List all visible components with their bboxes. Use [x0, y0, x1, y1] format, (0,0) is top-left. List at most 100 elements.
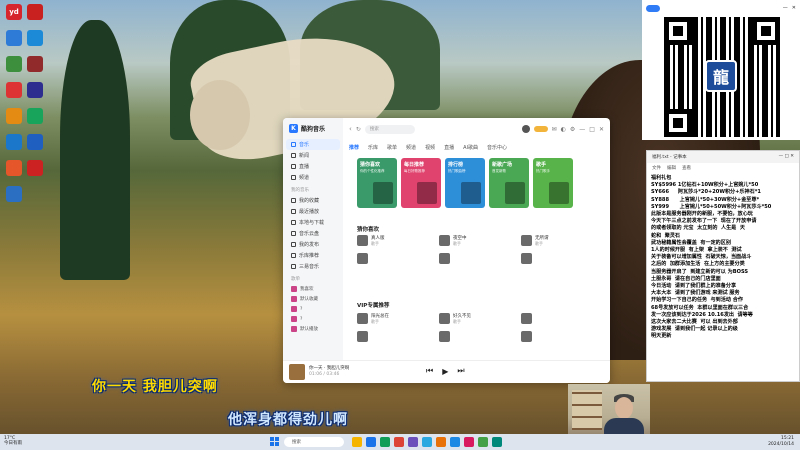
- window-controls[interactable]: — □ ✕: [779, 154, 794, 160]
- weather-widget[interactable]: 17°C 今日有雨: [4, 436, 22, 446]
- taskbar-app-icon[interactable]: [380, 437, 390, 447]
- taskbar-app-icon[interactable]: [394, 437, 404, 447]
- desktop-app-icon[interactable]: [22, 160, 48, 177]
- sidebar-item[interactable]: 最近播放: [283, 206, 343, 217]
- song-item[interactable]: [439, 331, 453, 342]
- taskbar-app-icon[interactable]: [478, 437, 488, 447]
- search-input[interactable]: 搜索: [364, 124, 415, 134]
- song-item[interactable]: 夜空中 歌手: [439, 235, 467, 246]
- taskbar-app-icon[interactable]: [352, 437, 362, 447]
- notepad-window[interactable]: 福利.txt - 记事本 — □ ✕ 文件 编辑 查看 福利礼包 SY$5996 1亿…: [646, 150, 800, 382]
- song-meta: 真人版 歌手: [371, 236, 385, 246]
- desktop-app-icon[interactable]: [22, 30, 48, 47]
- close-icon[interactable]: ✕: [792, 5, 796, 11]
- sidebar-item[interactable]: 新闻: [283, 150, 343, 161]
- refresh-icon[interactable]: ↻: [356, 126, 361, 133]
- qr-finder-top-left: [664, 17, 692, 45]
- prev-icon[interactable]: ⏮: [426, 366, 433, 376]
- song-item[interactable]: [521, 313, 535, 324]
- song-item[interactable]: 真人版 歌手: [357, 235, 385, 246]
- tab[interactable]: 直播: [444, 144, 454, 151]
- menu-item[interactable]: 查看: [682, 165, 691, 171]
- sidebar-item[interactable]: 音乐云盘: [283, 228, 343, 239]
- song-item[interactable]: [439, 253, 453, 264]
- sidebar-item[interactable]: 三易音乐: [283, 261, 343, 272]
- taskbar-app-icon[interactable]: [366, 437, 376, 447]
- qr-panel-toolbar: — ✕: [646, 2, 796, 14]
- menu-item[interactable]: 文件: [652, 165, 661, 171]
- feature-card[interactable]: 排行榜 热门歌曲榜: [445, 158, 485, 208]
- mail-icon[interactable]: ✉: [552, 126, 557, 133]
- song-item[interactable]: [357, 253, 371, 264]
- avatar[interactable]: [521, 125, 530, 133]
- song-item[interactable]: [521, 253, 535, 264]
- taskbar-app-icon[interactable]: [492, 437, 502, 447]
- tab[interactable]: 频道: [406, 144, 416, 151]
- song-item[interactable]: 阳光总在 歌手: [357, 313, 389, 324]
- taskbar-app-icon[interactable]: [436, 437, 446, 447]
- desktop-app-icon[interactable]: [22, 4, 48, 21]
- maximize-icon[interactable]: □: [589, 126, 595, 133]
- feature-card[interactable]: 每日推荐 每日好歌推荐: [401, 158, 441, 208]
- song-item[interactable]: 无所谓 歌手: [521, 235, 549, 246]
- toggle-switch[interactable]: [646, 4, 660, 12]
- note-line: 之后的 加群添加生活 在上方的主要分类: [651, 261, 745, 268]
- desktop-app-icon[interactable]: [22, 56, 48, 73]
- close-icon[interactable]: ✕: [599, 126, 604, 133]
- song-item[interactable]: [521, 331, 535, 342]
- playlist-item[interactable]: ?: [283, 314, 343, 324]
- sidebar-item[interactable]: 乐库推荐: [283, 250, 343, 261]
- minimize-icon[interactable]: —: [783, 5, 788, 11]
- sidebar-item[interactable]: 频道: [283, 172, 343, 183]
- note-line: 开始学习一下自己的任务 与到活动 合作: [651, 297, 743, 304]
- next-icon[interactable]: ⏭: [457, 366, 464, 376]
- desktop-app-icon[interactable]: [22, 108, 48, 125]
- start-button-icon[interactable]: [270, 437, 279, 446]
- play-icon[interactable]: ▶: [442, 367, 448, 376]
- lyric-line-1-text: 你一天 我胆儿突啊: [92, 379, 218, 395]
- tab[interactable]: 乐库: [368, 144, 378, 151]
- tab[interactable]: 歌单: [387, 144, 397, 151]
- playlist-item[interactable]: 默认收藏: [283, 294, 343, 304]
- taskbar-app-icon[interactable]: [464, 437, 474, 447]
- playlist-item[interactable]: 默认播放: [283, 324, 343, 334]
- album-cover[interactable]: [289, 364, 305, 380]
- system-tray[interactable]: 15:21 2024/10/14: [768, 436, 794, 447]
- skin-icon[interactable]: ◐: [561, 126, 566, 133]
- card-title: 新歌广场: [492, 162, 513, 168]
- tab[interactable]: 音乐中心: [487, 144, 507, 151]
- notepad-text[interactable]: 福利礼包 SY$5996 1亿钻石+10W积分+上官婉儿*50 SY666 阿瓦莎斗…: [647, 172, 799, 377]
- nav-icon: [291, 253, 296, 258]
- settings-icon[interactable]: ⚙: [570, 126, 575, 133]
- taskbar-app-icon[interactable]: [408, 437, 418, 447]
- song-item[interactable]: [357, 331, 371, 342]
- playlist-item[interactable]: ?: [283, 304, 343, 314]
- taskbar-search[interactable]: 搜索: [284, 437, 344, 447]
- feature-card[interactable]: 猜你喜欢 你的个性化推荐: [357, 158, 397, 208]
- desktop-app-icon[interactable]: [22, 134, 48, 151]
- feature-card[interactable]: 新歌广场 首发新歌: [489, 158, 529, 208]
- music-app-window[interactable]: K 酷狗音乐 音乐 新闻 直播 频道 我的音乐 我的收藏 最近播放 本地与下载 音乐云盘 我的…: [283, 118, 610, 383]
- minimize-icon[interactable]: —: [579, 126, 585, 133]
- vip-badge[interactable]: [533, 126, 548, 132]
- playlist-label: 我喜欢: [300, 287, 314, 292]
- tab[interactable]: 推荐: [349, 144, 359, 151]
- sidebar-item[interactable]: 本地与下载: [283, 217, 343, 228]
- sidebar-item[interactable]: 我的发布: [283, 239, 343, 250]
- sidebar-item[interactable]: 我的收藏: [283, 195, 343, 206]
- playlist-label: ?: [300, 316, 303, 322]
- tab[interactable]: AI歌曲: [463, 144, 478, 151]
- tab[interactable]: 视频: [425, 144, 435, 151]
- sidebar-item[interactable]: 音乐: [286, 139, 340, 150]
- desktop-app-icon[interactable]: [22, 82, 48, 99]
- desktop-app-icon[interactable]: [1, 186, 27, 203]
- feature-cards: 猜你喜欢 你的个性化推荐 每日推荐 每日好歌推荐 排行榜 热门歌曲榜 新歌广场 首发新歌 歌手热…: [357, 158, 573, 208]
- playlist-item[interactable]: 我喜欢: [283, 284, 343, 294]
- sidebar-item[interactable]: 直播: [283, 161, 343, 172]
- feature-card[interactable]: 歌手 热门歌手: [533, 158, 573, 208]
- menu-item[interactable]: 编辑: [667, 165, 676, 171]
- back-icon[interactable]: ‹: [349, 125, 352, 133]
- song-item[interactable]: 好久不见 歌手: [439, 313, 471, 324]
- taskbar-app-icon[interactable]: [450, 437, 460, 447]
- taskbar-app-icon[interactable]: [422, 437, 432, 447]
